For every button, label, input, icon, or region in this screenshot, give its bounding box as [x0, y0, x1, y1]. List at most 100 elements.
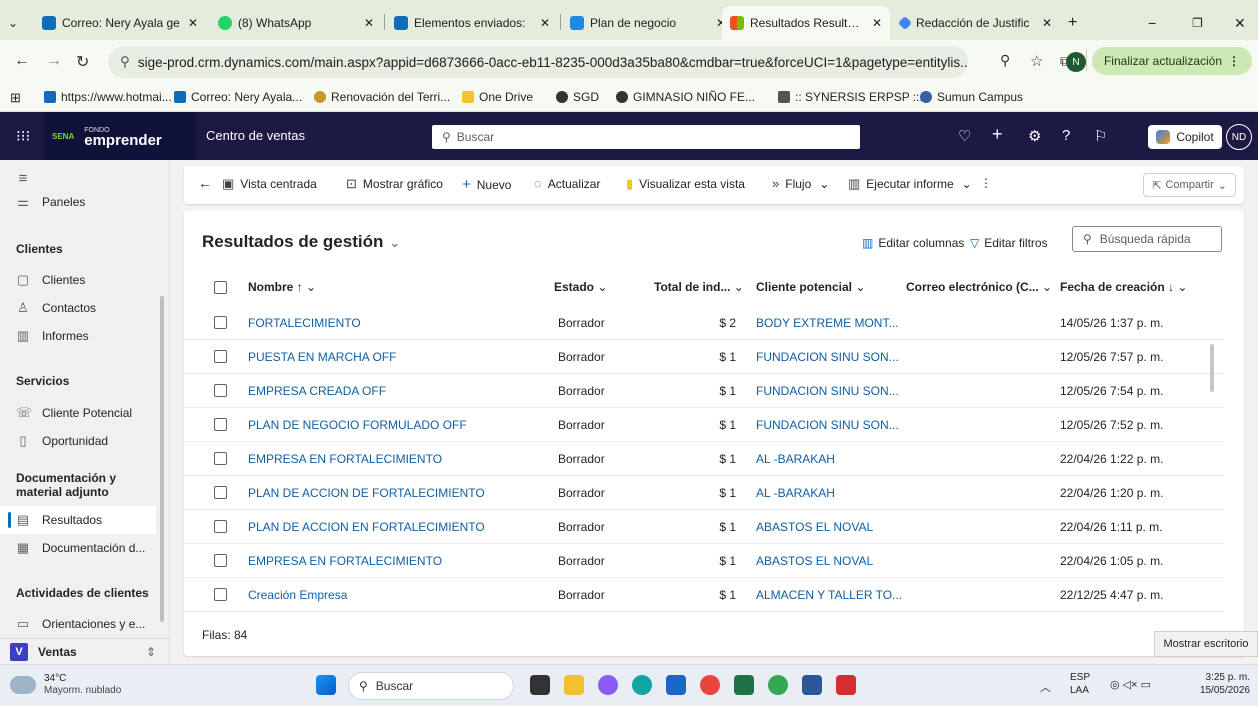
new-tab-button[interactable]: +	[1060, 6, 1090, 40]
windows-start-icon[interactable]	[316, 675, 336, 695]
lead-link[interactable]: AL -BARAKAH	[756, 442, 835, 476]
chevron-up-icon[interactable]: ︿	[1040, 679, 1051, 695]
edge-icon[interactable]	[632, 675, 652, 695]
assistant-icon[interactable]: ⚐	[1094, 127, 1107, 145]
app-launcher-icon[interactable]: ⁝⁝⁝	[16, 127, 30, 145]
tab-plan-negocio[interactable]: Plan de negocio ✕	[562, 6, 734, 40]
bookmark-sumun[interactable]: Sumun Campus	[920, 90, 1023, 104]
run-report-button[interactable]: ▥ Ejecutar informe ⌄	[848, 176, 972, 192]
zoom-icon[interactable]: ⚲	[1000, 52, 1010, 69]
store-icon[interactable]	[666, 675, 686, 695]
app-name[interactable]: Centro de ventas	[206, 128, 305, 143]
record-name-link[interactable]: FORTALECIMIENTO	[248, 306, 361, 340]
edit-columns-button[interactable]: ▥ Editar columnas	[862, 236, 964, 250]
taskbar-search[interactable]: ⚲ Buscar	[348, 672, 514, 700]
col-header-total[interactable]: Total de ind... ⌄	[654, 270, 744, 304]
record-name-link[interactable]: PLAN DE ACCION EN FORTALECIMIENTO	[248, 510, 485, 544]
close-icon[interactable]: ✕	[540, 16, 550, 30]
apps-grid-icon[interactable]: ⊞	[10, 90, 21, 106]
lead-link[interactable]: ABASTOS EL NOVAL	[756, 544, 873, 578]
url-field[interactable]: ⚲ sige-prod.crm.dynamics.com/main.aspx?a…	[108, 46, 968, 78]
tab-resultados[interactable]: Resultados Resultado ✕	[722, 6, 890, 40]
select-all-checkbox[interactable]	[214, 281, 227, 294]
reload-icon[interactable]: ↻	[76, 52, 89, 72]
sidebar-item-resultados[interactable]: ▤ Resultados	[0, 506, 156, 534]
bookmark-sgd[interactable]: SGD	[556, 90, 599, 104]
record-name-link[interactable]: EMPRESA EN FORTALECIMIENTO	[248, 544, 442, 578]
acrobat-icon[interactable]	[836, 675, 856, 695]
weather-widget[interactable]: 34°C Mayorm. nublado	[10, 673, 121, 697]
copilot-button[interactable]: Copilot	[1148, 125, 1222, 149]
lead-link[interactable]: ALMACEN Y TALLER TO...	[756, 578, 902, 612]
col-header-estado[interactable]: Estado ⌄	[554, 270, 607, 304]
new-button[interactable]: + Nuevo	[462, 176, 511, 193]
col-header-correo[interactable]: Correo electrónico (C... ⌄	[906, 270, 1052, 304]
show-chart-button[interactable]: ⊡ Mostrar gráfico	[346, 176, 443, 192]
lead-link[interactable]: FUNDACION SINU SON...	[756, 408, 899, 442]
language-indicator[interactable]: ESP LAA	[1070, 671, 1090, 697]
col-header-cliente[interactable]: Cliente potencial ⌄	[756, 270, 865, 304]
visualize-button[interactable]: ▮ Visualizar esta vista	[626, 176, 745, 192]
gear-icon[interactable]: ⚙	[1028, 127, 1041, 145]
chrome-profile-icon[interactable]	[768, 675, 788, 695]
tab-list-chevron-icon[interactable]: ⌄	[0, 6, 30, 40]
view-selector[interactable]: Resultados de gestión ⌄	[202, 232, 400, 252]
close-icon[interactable]: ✕	[872, 16, 882, 30]
window-close-button[interactable]: ✕	[1226, 6, 1254, 40]
edit-filters-button[interactable]: ▽ Editar filtros	[970, 236, 1048, 250]
lightbulb-icon[interactable]: ♡	[958, 127, 971, 145]
quick-search-input[interactable]: ⚲ Búsqueda rápida	[1072, 226, 1222, 252]
col-header-nombre[interactable]: Nombre ↑ ⌄	[248, 270, 316, 304]
sidebar-item-cliente-potencial[interactable]: ☏ Cliente Potencial	[0, 399, 156, 427]
site-info-icon[interactable]: ⚲	[120, 54, 130, 70]
chrome-icon[interactable]	[700, 675, 720, 695]
bookmark-onedrive[interactable]: One Drive	[462, 90, 533, 104]
row-checkbox[interactable]	[214, 486, 227, 499]
sidebar-item-contactos[interactable]: ♙ Contactos	[0, 294, 156, 322]
global-search[interactable]: ⚲ Buscar	[432, 125, 860, 149]
plus-icon[interactable]: +	[992, 124, 1003, 145]
more-commands-icon[interactable]: ⋮	[980, 176, 992, 190]
row-checkbox[interactable]	[214, 520, 227, 533]
flow-button[interactable]: » Flujo ⌄	[772, 176, 829, 191]
close-icon[interactable]: ✕	[1042, 16, 1052, 30]
table-row[interactable]: FORTALECIMIENTO Borrador $ 2 BODY EXTREME M…	[184, 306, 1224, 340]
tab-enviados[interactable]: Elementos enviados: ✕	[386, 6, 558, 40]
table-row[interactable]: PLAN DE NEGOCIO FORMULADO OFF Borrador $ 1…	[184, 408, 1224, 442]
wifi-volume-battery-icon[interactable]: ◎ ◁× ▭	[1110, 678, 1151, 691]
lead-link[interactable]: FUNDACION SINU SON...	[756, 374, 899, 408]
table-row[interactable]: EMPRESA EN FORTALECIMIENTO Borrador $ 1 AL …	[184, 442, 1224, 476]
sidebar-item-informes[interactable]: ▥ Informes	[0, 322, 156, 350]
row-checkbox[interactable]	[214, 350, 227, 363]
tab-whatsapp[interactable]: (8) WhatsApp ✕	[210, 6, 382, 40]
clock[interactable]: 3:25 p. m. 15/05/2026	[1196, 671, 1250, 697]
row-checkbox[interactable]	[214, 452, 227, 465]
sidebar-item-clientes[interactable]: ▢ Clientes	[0, 266, 156, 294]
close-icon[interactable]: ✕	[364, 16, 374, 30]
record-name-link[interactable]: PLAN DE NEGOCIO FORMULADO OFF	[248, 408, 467, 442]
col-header-fecha[interactable]: Fecha de creación ↓ ⌄	[1060, 270, 1187, 304]
help-icon[interactable]: ?	[1062, 127, 1070, 144]
centered-view-button[interactable]: ▣ Vista centrada	[222, 176, 317, 192]
task-view-icon[interactable]	[530, 675, 550, 695]
bookmark-renovacion[interactable]: Renovación del Terri...	[314, 90, 450, 104]
tab-redaccion[interactable]: Redacción de Justific ✕	[892, 6, 1060, 40]
bookmark-gimnasio[interactable]: GIMNASIO NIÑO FE...	[616, 90, 755, 104]
record-name-link[interactable]: EMPRESA CREADA OFF	[248, 374, 386, 408]
record-name-link[interactable]: PLAN DE ACCION DE FORTALECIMIENTO	[248, 476, 485, 510]
table-row[interactable]: EMPRESA EN FORTALECIMIENTO Borrador $ 1 ABA…	[184, 544, 1224, 578]
sidebar-item-paneles[interactable]: ⚌ Paneles	[0, 188, 156, 216]
sidebar-item-oportunidad[interactable]: ▯ Oportunidad	[0, 427, 156, 455]
row-checkbox[interactable]	[214, 316, 227, 329]
lead-link[interactable]: ABASTOS EL NOVAL	[756, 510, 873, 544]
bookmark-hotmail[interactable]: https://www.hotmai...	[44, 90, 172, 104]
lead-link[interactable]: AL -BARAKAH	[756, 476, 835, 510]
sidebar-scrollbar[interactable]	[160, 296, 164, 622]
close-icon[interactable]: ✕	[188, 16, 198, 30]
minimize-button[interactable]: −	[1140, 6, 1164, 40]
back-icon[interactable]: ←	[14, 52, 30, 70]
record-name-link[interactable]: Creación Empresa	[248, 578, 347, 612]
area-switcher[interactable]: V Ventas ⇕	[0, 638, 170, 664]
record-name-link[interactable]: EMPRESA EN FORTALECIMIENTO	[248, 442, 442, 476]
grid-scrollbar[interactable]	[1210, 344, 1214, 392]
